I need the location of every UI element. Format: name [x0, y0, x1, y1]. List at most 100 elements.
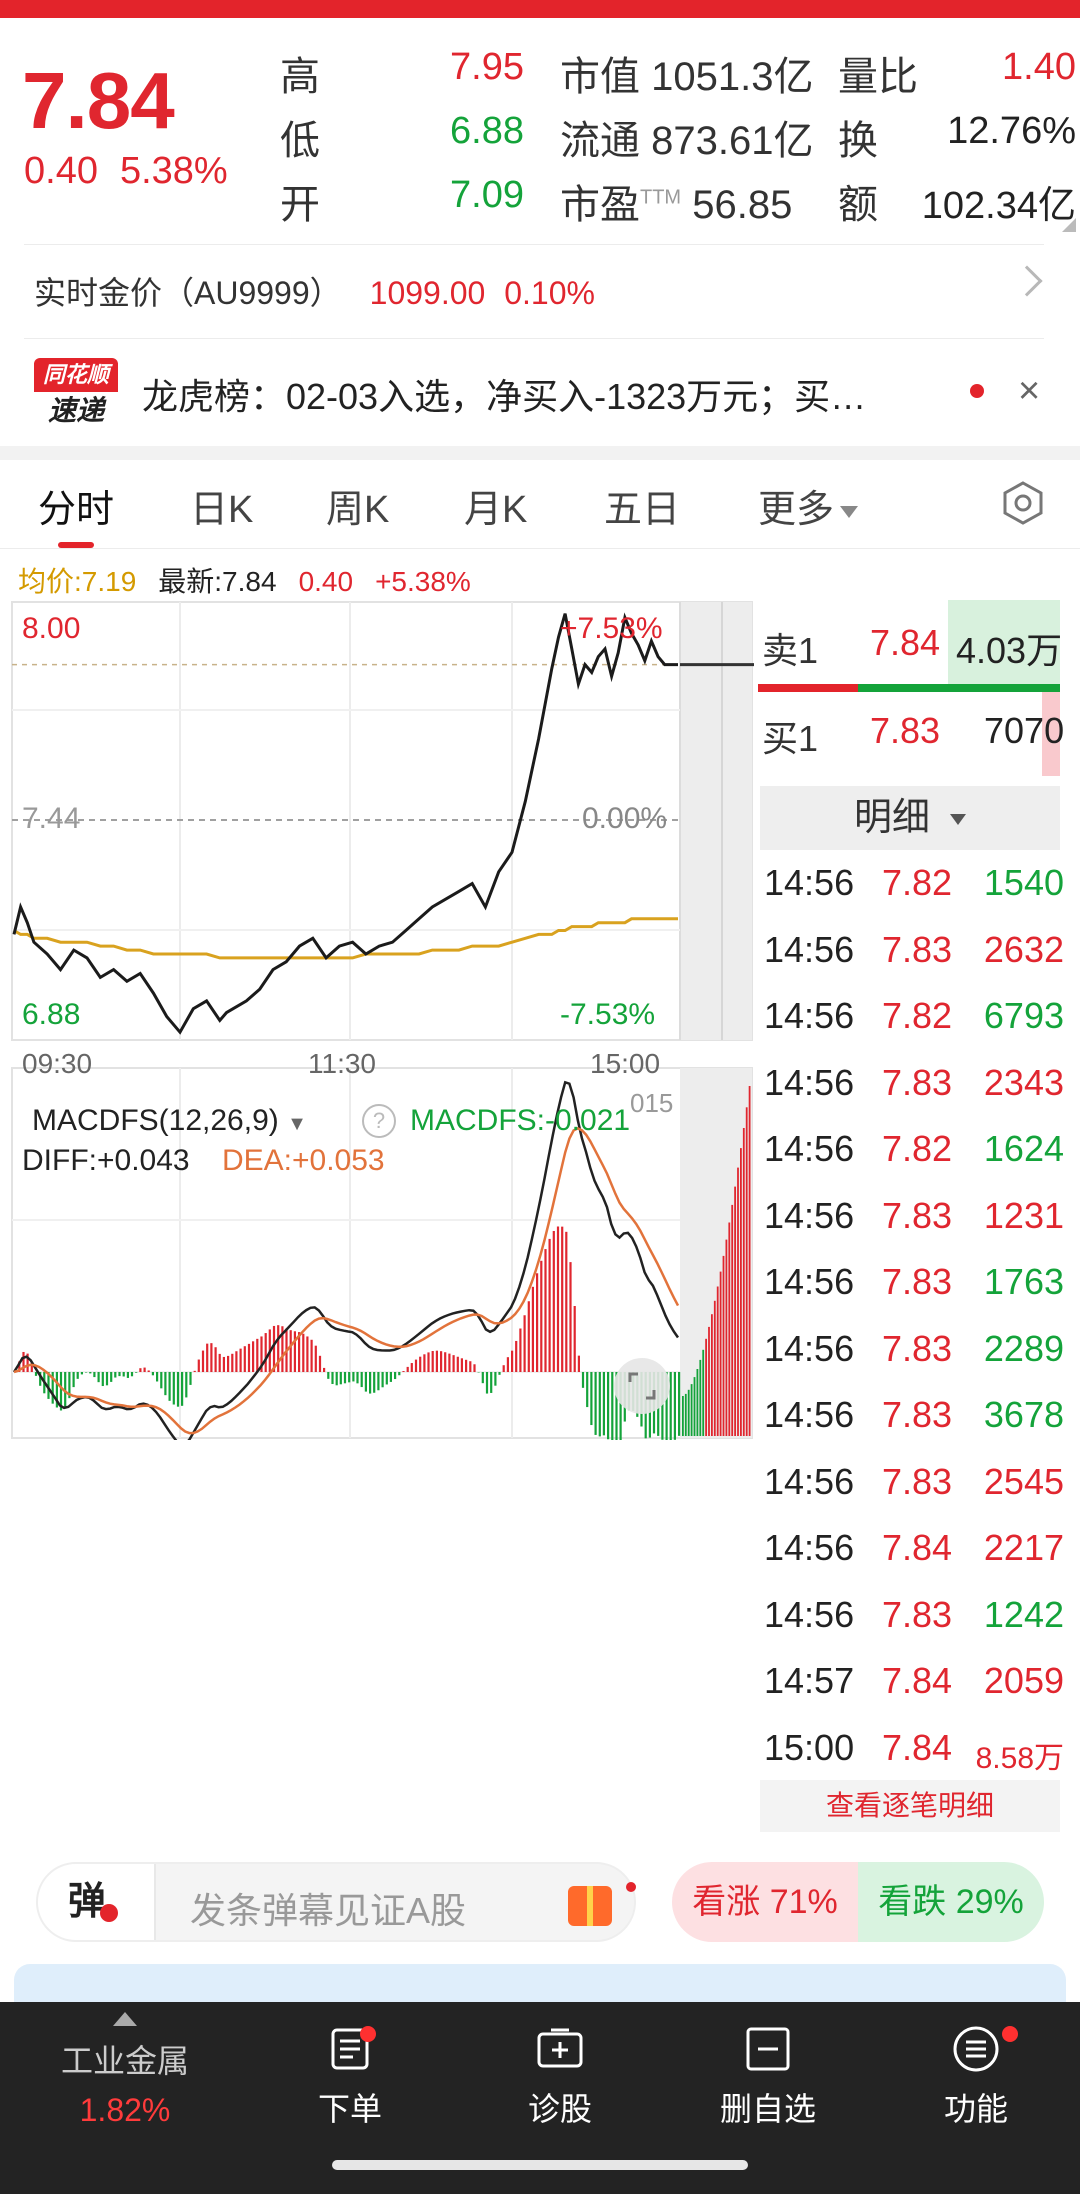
help-icon[interactable]: ?: [362, 1104, 396, 1138]
macd-bar: [318, 1355, 322, 1372]
macd-bar: [310, 1339, 313, 1372]
caret-down-icon: ▼: [287, 1113, 307, 1135]
macd-bar: [577, 1355, 580, 1372]
view-all-ticks-link[interactable]: 查看逐笔明细: [760, 1780, 1060, 1832]
macd-bar: [235, 1351, 238, 1372]
tick-time: 14:56: [764, 862, 855, 903]
macd-bar: [607, 1372, 610, 1440]
tick-volume: 3678: [983, 1394, 1064, 1435]
macd-selector[interactable]: MACDFS(12,26,9) ▼: [32, 1104, 307, 1138]
macd-bar: [552, 1230, 555, 1372]
nav-order[interactable]: 下单: [250, 2024, 450, 2130]
macd-bar: [678, 1372, 681, 1436]
ask-row[interactable]: 卖1 7.84 4.03万: [758, 612, 1068, 672]
last-price: 7.84: [22, 56, 175, 145]
macd-bar: [164, 1372, 167, 1396]
nav-functions[interactable]: 功能: [876, 2024, 1076, 2130]
caret-down-icon: [950, 814, 966, 826]
macd-bar: [105, 1372, 109, 1386]
bid-volume: 7070: [984, 710, 1065, 751]
tab-more[interactable]: 更多: [758, 478, 859, 533]
macd-bar: [34, 1372, 38, 1376]
tick-volume: 2059: [983, 1660, 1064, 1701]
expand-corner-icon[interactable]: [1062, 218, 1076, 232]
amount-label: 额: [838, 183, 878, 227]
macd-bar: [581, 1372, 585, 1388]
macd-bar: [540, 1260, 543, 1372]
macd-bar: [323, 1367, 326, 1372]
tab-daily-k[interactable]: 日K: [190, 478, 253, 533]
check-badge-icon: [100, 1904, 118, 1922]
pct-mid-label: 0.00%: [582, 802, 668, 835]
macd-bar: [218, 1353, 221, 1372]
ratio-bid-part: [758, 684, 858, 692]
macd-bar: [364, 1372, 367, 1392]
notification-dot: [360, 2026, 376, 2042]
tick-volume: 2545: [983, 1460, 1064, 1502]
macd-bar: [302, 1333, 305, 1372]
after-hours-area: [680, 602, 752, 1040]
settings-icon[interactable]: [1000, 480, 1046, 526]
tab-intraday[interactable]: 分时: [38, 478, 114, 533]
macd-bar: [561, 1226, 564, 1372]
nav-order-label: 下单: [317, 2091, 382, 2127]
after-hours-bar: [702, 1349, 705, 1436]
vote-bullish-button[interactable]: 看涨 71%: [672, 1862, 858, 1942]
pe-ratio: 市盈TTM 56.85: [560, 172, 792, 230]
tab-five-day[interactable]: 五日: [604, 478, 680, 533]
tab-weekly-k[interactable]: 周K: [326, 478, 389, 533]
gift-icon[interactable]: [568, 1886, 612, 1926]
macd-bar: [473, 1364, 476, 1372]
tick-price: 7.83: [882, 1261, 953, 1302]
macd-bar: [110, 1372, 113, 1382]
macd-bar: [527, 1301, 530, 1372]
macd-bar: [460, 1358, 463, 1372]
danmaku-input[interactable]: 弹 发条弹幕见证A股: [36, 1862, 636, 1942]
nav-remove-watchlist[interactable]: 删自选: [668, 2024, 868, 2130]
after-hours-bar: [690, 1384, 693, 1436]
macd-bar: [410, 1363, 413, 1372]
tick-row: 14:56 7.83 2632: [764, 929, 1064, 991]
macd-bar: [402, 1371, 405, 1372]
macd-bar: [97, 1372, 100, 1383]
logo-top-text: 同花顺: [34, 358, 118, 392]
macd-bar: [197, 1359, 200, 1372]
tick-volume: 2217: [983, 1527, 1064, 1568]
macd-bar: [314, 1345, 317, 1372]
after-hours-bar: [716, 1286, 719, 1436]
after-hours-bar: [705, 1338, 707, 1436]
macd-bar: [239, 1348, 242, 1372]
close-icon[interactable]: ×: [1018, 370, 1040, 413]
macd-bar: [511, 1350, 514, 1372]
tab-monthly-k[interactable]: 月K: [464, 478, 527, 533]
tick-volume: 6793: [983, 995, 1064, 1036]
macd-bar: [210, 1343, 213, 1372]
after-hours-bar: [725, 1239, 728, 1436]
macd-bar: [498, 1372, 501, 1375]
y-max-label: 8.00: [22, 612, 81, 645]
detail-dropdown[interactable]: 明细: [760, 786, 1060, 850]
danmaku-toggle-button[interactable]: 弹: [38, 1864, 156, 1940]
macd-bar: [193, 1370, 196, 1372]
nav-sector[interactable]: 工业金属 1.82%: [40, 2012, 210, 2129]
tick-price: 7.82: [882, 995, 953, 1036]
macd-bar: [80, 1372, 83, 1375]
tick-time: 14:56: [764, 928, 855, 970]
macd-bar: [431, 1351, 434, 1372]
news-ticker[interactable]: 龙虎榜：02-03入选，净买入-1323万元；买…: [142, 368, 962, 420]
macd-bar: [126, 1372, 129, 1378]
bid-label: 买1: [762, 718, 819, 759]
tick-time: 14:56: [764, 995, 855, 1036]
nav-functions-label: 功能: [943, 2091, 1008, 2127]
macd-bar: [394, 1372, 397, 1380]
bid-row[interactable]: 买1 7.83 7070: [758, 700, 1068, 760]
turnover-label: 换: [838, 119, 878, 163]
macd-bar: [523, 1315, 526, 1372]
ask-label: 卖1: [762, 630, 819, 671]
vote-bearish-button[interactable]: 看跌 29%: [858, 1862, 1044, 1942]
macd-bar: [502, 1365, 505, 1372]
macd-bar: [440, 1351, 443, 1372]
intraday-chart[interactable]: 8.00 7.44 6.88 +7.53% 0.00% -7.53% 09:30…: [10, 600, 754, 1452]
unread-dot: [970, 384, 984, 398]
nav-diagnose[interactable]: 诊股: [460, 2024, 660, 2130]
